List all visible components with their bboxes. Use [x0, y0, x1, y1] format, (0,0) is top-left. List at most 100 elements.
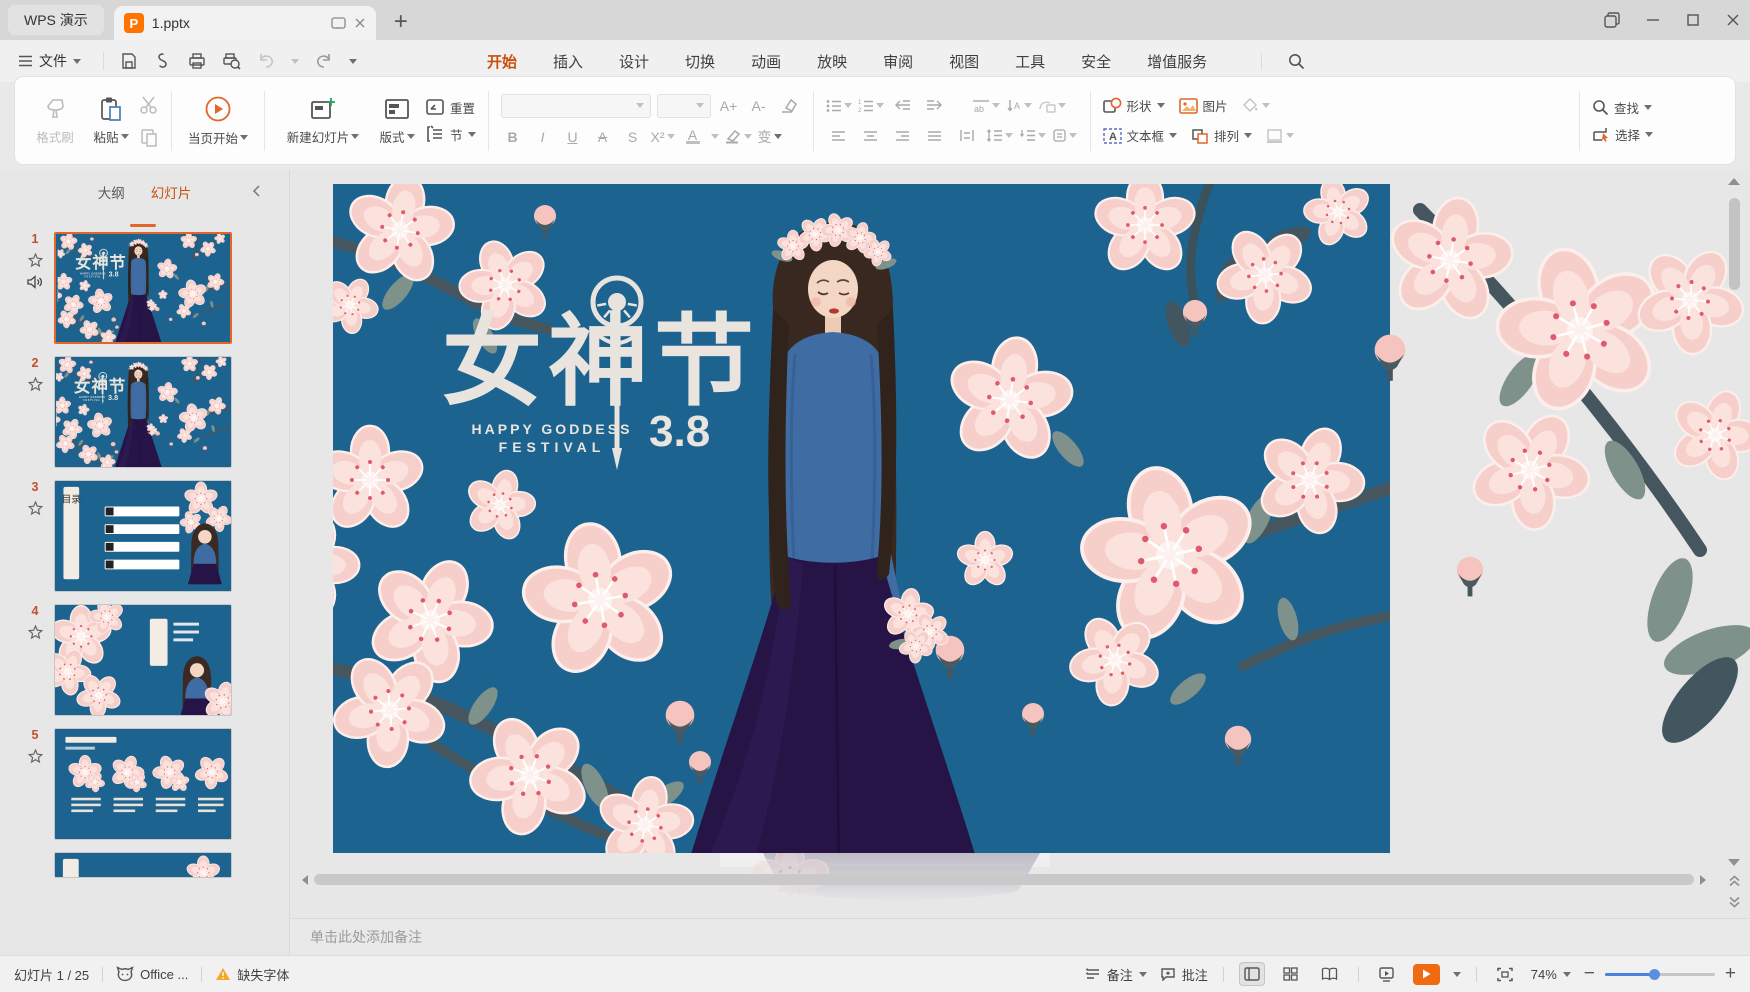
missing-fonts-warning[interactable]: 缺失字体	[215, 965, 289, 984]
distribute-text-button[interactable]	[954, 125, 980, 147]
shapes-button[interactable]: 形状	[1103, 96, 1165, 115]
zoom-in-icon[interactable]: +	[1725, 969, 1736, 979]
previous-slide-icon[interactable]	[1728, 875, 1741, 887]
find-button[interactable]: 查找	[1592, 98, 1653, 117]
export-pdf-icon[interactable]	[154, 52, 172, 70]
comments-button[interactable]: 批注	[1160, 965, 1208, 984]
font-color-dropdown-icon[interactable]	[711, 134, 719, 139]
align-center-button[interactable]	[858, 125, 884, 147]
picture-outline-button[interactable]	[1266, 125, 1294, 147]
text-direction-button[interactable]: A	[1006, 95, 1032, 117]
horizontal-scrollbar[interactable]	[302, 873, 1706, 886]
tab-outline[interactable]: 大纲	[98, 182, 125, 202]
layout-button[interactable]: 版式	[369, 96, 425, 146]
text-spacing-button[interactable]: ab	[972, 95, 1000, 117]
align-objects-button[interactable]	[1052, 125, 1078, 147]
shrink-font-button[interactable]: A-	[747, 95, 771, 117]
font-size-select[interactable]	[657, 94, 711, 118]
undo-icon[interactable]	[257, 53, 275, 69]
notes-area[interactable]: 单击此处添加备注	[290, 918, 1750, 955]
office-theme-button[interactable]: Office ...	[116, 966, 188, 982]
zoom-slider[interactable]: − +	[1584, 969, 1736, 979]
print-preview-icon[interactable]	[222, 52, 241, 70]
format-painter-button[interactable]: 格式刷	[27, 96, 83, 146]
slide-sorter-view-button[interactable]	[1278, 962, 1304, 986]
paragraph-spacing-button[interactable]	[1019, 125, 1046, 147]
fit-slide-button[interactable]	[1492, 962, 1518, 986]
file-menu-button[interactable]: 文件	[18, 51, 81, 71]
increase-indent-button[interactable]	[922, 95, 948, 117]
zoom-out-icon[interactable]: −	[1584, 969, 1595, 979]
reset-button[interactable]: 重置	[425, 98, 476, 117]
shadow-button[interactable]: S	[621, 126, 645, 148]
slide-thumbnail-2[interactable]	[54, 356, 232, 468]
fill-color-button[interactable]	[1242, 95, 1270, 117]
justify-button[interactable]	[922, 125, 948, 147]
bullet-list-button[interactable]	[826, 95, 852, 117]
numbered-list-button[interactable]: 12	[858, 95, 884, 117]
align-right-button[interactable]	[890, 125, 916, 147]
app-menu-button[interactable]: WPS 演示	[8, 5, 104, 35]
minimize-icon[interactable]	[1646, 13, 1660, 27]
redo-icon[interactable]	[315, 53, 333, 69]
scroll-left-icon[interactable]	[302, 875, 308, 885]
zoom-level[interactable]: 74%	[1531, 967, 1571, 982]
new-tab-button[interactable]: +	[394, 12, 408, 32]
scroll-down-icon[interactable]	[1728, 859, 1740, 866]
strikethrough-button[interactable]: A	[591, 126, 615, 148]
line-spacing-button[interactable]	[986, 125, 1013, 147]
scroll-up-icon[interactable]	[1728, 178, 1740, 185]
tab-slides[interactable]: 幻灯片	[151, 182, 192, 202]
highlight-button[interactable]	[725, 126, 752, 148]
new-slide-button[interactable]: 新建幻灯片	[277, 96, 369, 146]
quick-access-dropdown-icon[interactable]	[349, 59, 357, 64]
maximize-icon[interactable]	[1686, 13, 1700, 27]
slide-canvas[interactable]	[333, 184, 1390, 853]
normal-view-button[interactable]	[1239, 962, 1265, 986]
ribbon-search-button[interactable]	[1261, 53, 1305, 70]
reading-view-button[interactable]	[1317, 962, 1343, 986]
slide-thumbnail-5[interactable]	[54, 728, 232, 840]
scroll-right-icon[interactable]	[1700, 875, 1706, 885]
convert-smartart-button[interactable]	[1038, 95, 1066, 117]
font-family-select[interactable]	[501, 94, 651, 118]
picture-button[interactable]: 图片	[1179, 96, 1228, 115]
zoom-slider-thumb[interactable]	[1649, 969, 1660, 980]
notes-toggle-button[interactable]: 备注	[1085, 965, 1147, 984]
cut-icon[interactable]	[139, 95, 159, 115]
grow-font-button[interactable]: A+	[717, 95, 741, 117]
italic-button[interactable]: I	[531, 126, 555, 148]
play-settings-button[interactable]	[1374, 962, 1400, 986]
editing-canvas[interactable]	[290, 170, 1750, 918]
arrange-button[interactable]: 排列	[1191, 126, 1252, 145]
paste-button[interactable]: 粘贴	[83, 96, 139, 146]
text-effect-button[interactable]: 变	[758, 126, 782, 148]
slide-thumbnail-4[interactable]	[54, 604, 232, 716]
slide-thumbnail-6[interactable]	[54, 852, 232, 878]
textbox-button[interactable]: A 文本框	[1103, 126, 1178, 145]
workspace-icon[interactable]	[1604, 12, 1620, 28]
play-options-dropdown-icon[interactable]	[1453, 972, 1461, 977]
close-window-icon[interactable]	[1726, 13, 1740, 27]
font-color-button[interactable]: A	[681, 126, 705, 148]
vertical-scroll-thumb[interactable]	[1729, 198, 1740, 290]
slide-thumbnail-1[interactable]	[54, 232, 232, 344]
next-slide-icon[interactable]	[1728, 896, 1741, 908]
bold-button[interactable]: B	[501, 126, 525, 148]
clear-format-button[interactable]	[777, 95, 801, 117]
close-tab-icon[interactable]	[354, 17, 366, 29]
select-button[interactable]: 选择	[1592, 125, 1653, 144]
save-icon[interactable]	[120, 52, 138, 70]
section-button[interactable]: 节	[425, 125, 476, 144]
copy-icon[interactable]	[139, 127, 159, 147]
vertical-scrollbar[interactable]	[1722, 176, 1746, 908]
collapse-panel-icon[interactable]	[252, 184, 261, 200]
play-from-current-button[interactable]: 当页开始	[184, 95, 252, 147]
slideshow-play-button[interactable]	[1413, 964, 1440, 985]
decrease-indent-button[interactable]	[890, 95, 916, 117]
open-in-new-window-icon[interactable]	[331, 17, 346, 30]
align-left-button[interactable]	[826, 125, 852, 147]
horizontal-scroll-thumb[interactable]	[314, 874, 1694, 885]
underline-button[interactable]: U	[561, 126, 585, 148]
print-icon[interactable]	[188, 52, 206, 70]
